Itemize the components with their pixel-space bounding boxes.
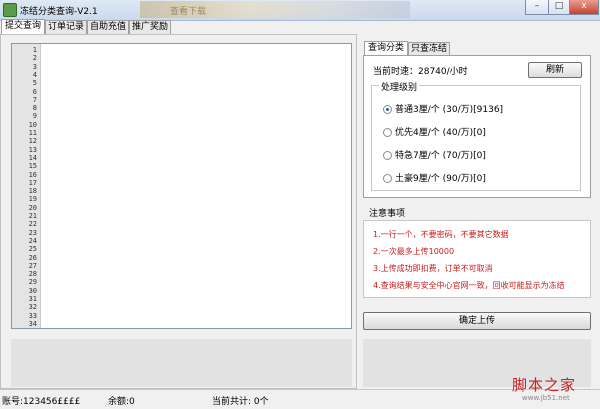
- confirm-upload-button[interactable]: 确定上传: [363, 312, 591, 330]
- line-number: 23: [28, 228, 37, 237]
- line-number: 30: [28, 286, 37, 295]
- radio-priority[interactable]: 优先4厘/个 (40/万)[0]: [383, 125, 486, 138]
- window-title: 冻结分类查询-V2.1: [20, 7, 98, 17]
- note-item: 4.查询结果与安全中心官网一致，回收可能显示为冻结: [373, 281, 565, 290]
- line-number: 2: [32, 54, 37, 63]
- maximize-button[interactable]: □: [548, 0, 570, 15]
- line-number: 13: [28, 145, 37, 154]
- line-number: 5: [32, 79, 37, 88]
- line-number: 15: [28, 162, 37, 171]
- line-number: 22: [28, 220, 37, 229]
- line-number: 10: [28, 120, 37, 129]
- radio-icon: [383, 174, 392, 183]
- line-number: 26: [28, 253, 37, 262]
- radio-label: 普通3厘/个 (30/万)[9136]: [395, 105, 504, 115]
- refresh-button[interactable]: 刷新: [528, 62, 582, 78]
- line-number: 14: [28, 153, 37, 162]
- status-today-total: 当前共计: 0个: [212, 397, 269, 407]
- note-item: 3.上传成功即扣费，订单不可取消: [373, 264, 493, 273]
- line-number: 27: [28, 261, 37, 270]
- note-item: 2.一次最多上传10000: [373, 247, 455, 256]
- line-number: 25: [28, 245, 37, 254]
- radio-normal[interactable]: 普通3厘/个 (30/万)[9136]: [383, 102, 503, 115]
- line-number: 11: [28, 129, 37, 137]
- title-bar: 冻结分类查询-V2.1 查看下载 – □ x: [0, 0, 600, 21]
- line-number: 28: [28, 270, 37, 279]
- radio-icon: [383, 128, 392, 137]
- line-number: 1: [32, 46, 37, 54]
- line-number: 17: [28, 178, 37, 187]
- tab-self-recharge[interactable]: 自助充值: [87, 20, 129, 34]
- radio-tuhao[interactable]: 土豪9厘/个 (90/万)[0]: [383, 171, 486, 184]
- watermark-url: www.jb51.net: [522, 394, 570, 402]
- line-number: 6: [32, 87, 37, 96]
- line-number: 33: [28, 311, 37, 320]
- line-number: 32: [28, 303, 37, 312]
- watermark-logo: 脚本之家: [512, 376, 577, 394]
- radio-selected-icon: [383, 105, 392, 114]
- line-number: 12: [28, 137, 37, 146]
- line-number: 18: [28, 187, 37, 196]
- line-number: 7: [32, 95, 37, 104]
- status-account: 账号:123456££££: [2, 397, 81, 407]
- minimize-button[interactable]: –: [525, 0, 549, 15]
- line-number: 19: [28, 195, 37, 204]
- tab-query-category[interactable]: 查询分类: [364, 41, 408, 56]
- app-icon: [3, 3, 17, 17]
- line-number: 8: [32, 104, 37, 113]
- banner-text: 查看下载: [170, 7, 207, 17]
- radio-icon: [383, 151, 392, 160]
- radio-label: 优先4厘/个 (40/万)[0]: [395, 128, 486, 138]
- radio-label: 土豪9厘/个 (90/万)[0]: [395, 174, 486, 184]
- line-number: 24: [28, 236, 37, 245]
- level-group-label: 处理级别: [379, 80, 420, 93]
- tab-submit-query[interactable]: 提交查询: [1, 19, 45, 34]
- tab-referral-rewards[interactable]: 推广奖励: [129, 20, 171, 34]
- line-number: 9: [32, 112, 37, 121]
- radio-urgent[interactable]: 特急7厘/个 (70/万)[0]: [383, 148, 486, 161]
- current-speed: 当前时速：28740/小时: [373, 67, 468, 77]
- account-input-editor[interactable]: 1 2 3 4 5 6 7 8 9 10 11 12 13 14 15 16 17 18 19 20 21 22 23 24 2…: [11, 43, 352, 329]
- tab-order-records[interactable]: 订单记录: [45, 20, 87, 34]
- radio-label: 特急7厘/个 (70/万)[0]: [395, 151, 486, 161]
- line-number: 3: [32, 62, 37, 71]
- line-number: 4: [32, 70, 37, 79]
- left-lower-area: [11, 339, 352, 387]
- line-number: 21: [28, 212, 37, 220]
- notes-title: 注意事项: [369, 209, 406, 219]
- status-bar: [0, 389, 600, 409]
- line-number: 29: [28, 278, 37, 287]
- line-number: 16: [28, 170, 37, 179]
- status-balance: 余额:0: [108, 397, 135, 407]
- line-number: 31: [28, 295, 37, 303]
- line-number: 34: [28, 319, 37, 328]
- note-item: 1.一行一个，不要密码，不要其它数据: [373, 230, 509, 239]
- line-number: 20: [28, 203, 37, 212]
- tab-frozen-only[interactable]: 只查冻结: [408, 42, 450, 56]
- line-number-gutter: 1 2 3 4 5 6 7 8 9 10 11 12 13 14 15 16 17 18 19 20 21 22 23 24 2…: [12, 44, 41, 328]
- close-button[interactable]: x: [569, 0, 599, 15]
